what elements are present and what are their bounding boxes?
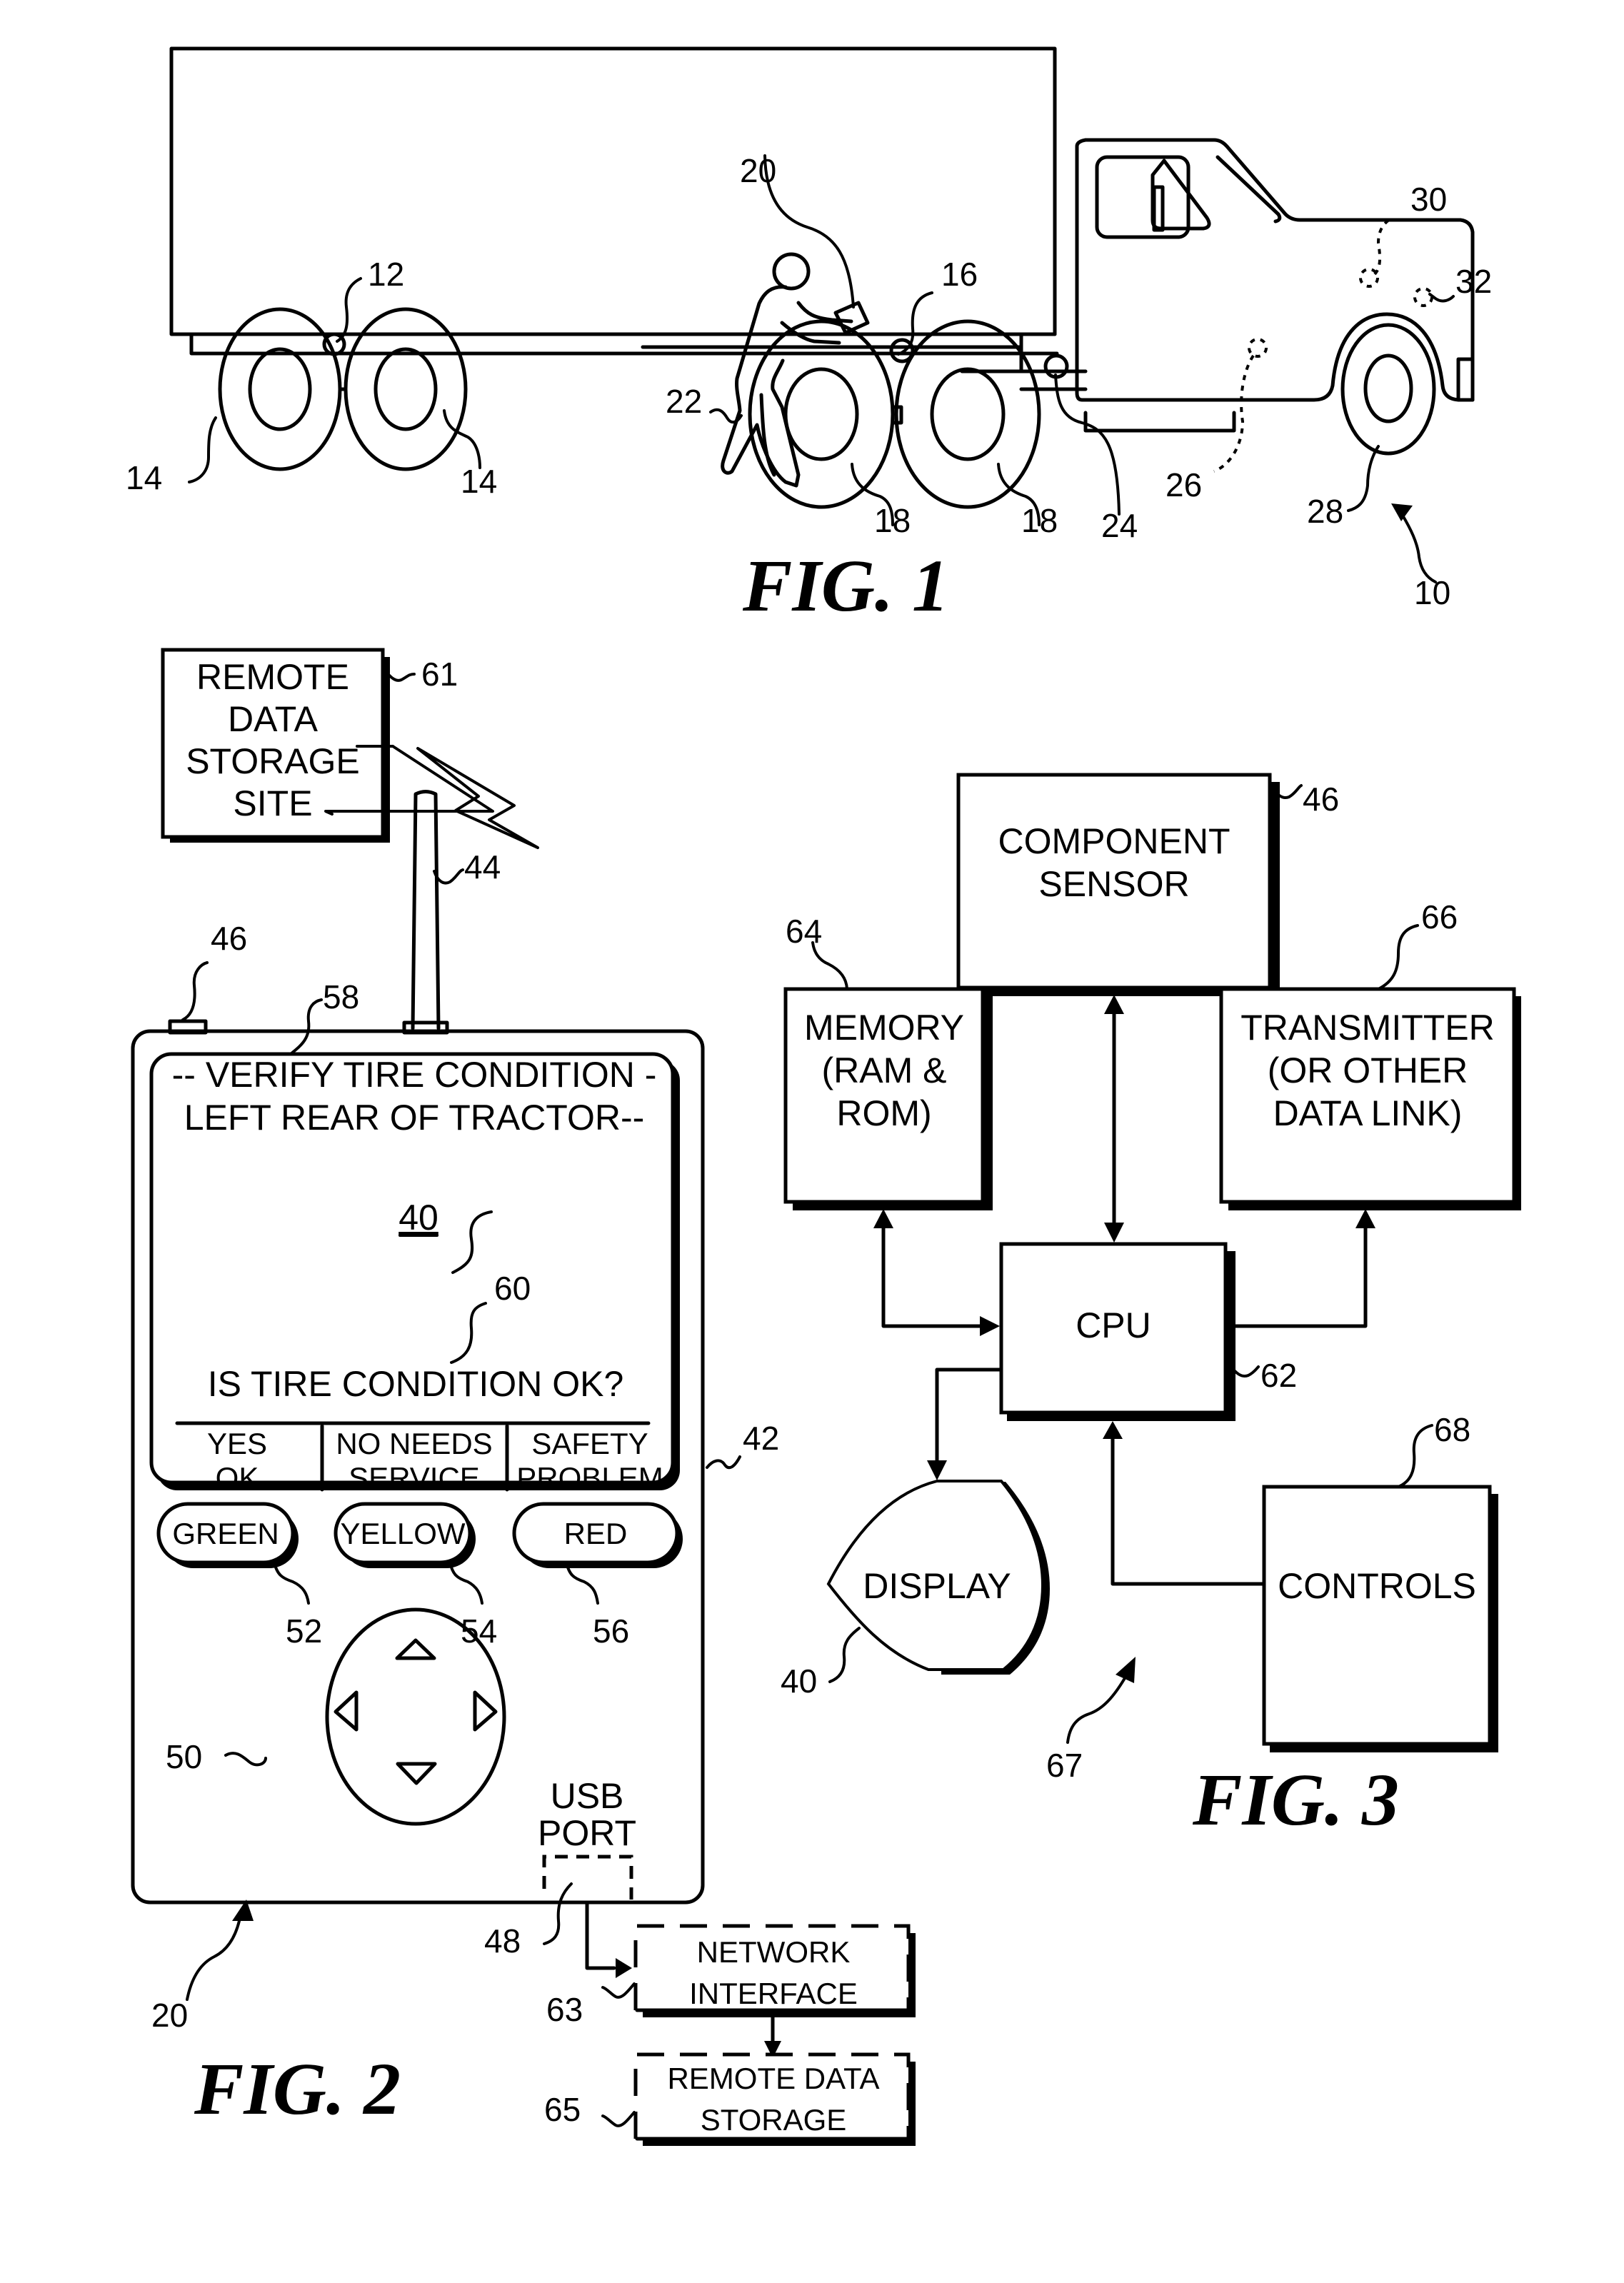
ref-56: 56 xyxy=(593,1612,629,1650)
display-ref-40: 40 xyxy=(399,1198,438,1238)
antenna xyxy=(411,790,441,1030)
dpad-up-icon[interactable] xyxy=(395,1638,436,1660)
remote-data-storage-line2: STORAGE xyxy=(701,2103,847,2137)
dpad-left-icon[interactable] xyxy=(334,1690,359,1732)
controls-box xyxy=(1262,1485,1492,1746)
ref-22: 22 xyxy=(666,383,702,420)
patent-sheet: 12 14 14 16 18 18 20 22 24 26 28 30 32 1… xyxy=(126,46,1521,2146)
transmitter-line2: (OR OTHER xyxy=(1268,1050,1468,1090)
ref-10: 10 xyxy=(1414,574,1450,611)
fig1: 12 14 14 16 18 18 20 22 24 26 28 30 32 1… xyxy=(126,46,1492,627)
operator-figure xyxy=(721,252,870,488)
fig2-caption: FIG. 2 xyxy=(194,2048,401,2130)
ref-46-fig2: 46 xyxy=(211,920,247,957)
ref-52: 52 xyxy=(286,1612,322,1650)
remote-site-line4: SITE xyxy=(233,783,312,823)
usb-port-line1: USB xyxy=(551,1776,624,1816)
ref-61: 61 xyxy=(421,656,458,693)
green-button[interactable]: GREEN xyxy=(156,1502,299,1568)
usb-port-line2: PORT xyxy=(538,1813,636,1853)
ref-63: 63 xyxy=(546,1991,583,2028)
ref-20: 20 xyxy=(740,152,776,189)
steer-wheel xyxy=(1340,323,1436,456)
memory-line3: ROM) xyxy=(836,1093,931,1133)
remote-data-storage-line1: REMOTE DATA xyxy=(667,2062,879,2095)
ref-32: 32 xyxy=(1455,263,1492,300)
ref-62: 62 xyxy=(1260,1357,1297,1394)
transmitter-line1: TRANSMITTER xyxy=(1240,1008,1495,1048)
svg-text:YES: YES xyxy=(207,1427,267,1460)
fig2: REMOTE DATA STORAGE SITE 61 44 46 58 -- … xyxy=(131,648,916,2146)
ref-12: 12 xyxy=(368,256,404,293)
svg-text:PROBLEM: PROBLEM xyxy=(516,1461,663,1495)
usb-port[interactable] xyxy=(542,1855,633,1900)
ref-60: 60 xyxy=(494,1270,531,1307)
ref-14-left: 14 xyxy=(126,459,162,496)
memory-line2: (RAM & xyxy=(822,1050,947,1090)
svg-text:GREEN: GREEN xyxy=(172,1517,279,1550)
drive-wheel-b xyxy=(894,319,1041,509)
component-sensor-line2: SENSOR xyxy=(1038,864,1189,904)
ref-30: 30 xyxy=(1410,181,1447,218)
trailer-body xyxy=(169,46,1057,336)
fig1-caption: FIG. 1 xyxy=(742,545,949,627)
remote-site-line2: DATA xyxy=(228,699,319,739)
ref-68: 68 xyxy=(1434,1411,1470,1448)
dpad-down-icon[interactable] xyxy=(396,1762,437,1785)
network-interface-line1: NETWORK xyxy=(697,1935,851,1969)
dpad-right-icon[interactable] xyxy=(473,1690,498,1732)
screen-question: IS TIRE CONDITION OK? xyxy=(208,1364,624,1404)
remote-site-line1: REMOTE xyxy=(196,657,349,697)
front-sensor xyxy=(1413,287,1433,307)
network-interface-line2: INTERFACE xyxy=(689,1977,858,2010)
steer-sensor xyxy=(1248,338,1268,358)
svg-text:YELLOW: YELLOW xyxy=(340,1517,465,1550)
display-label: DISPLAY xyxy=(863,1566,1011,1606)
ref-28: 28 xyxy=(1307,493,1343,530)
svg-text:SERVICE: SERVICE xyxy=(349,1461,480,1495)
ref-24: 24 xyxy=(1101,507,1138,544)
red-button[interactable]: RED xyxy=(512,1502,683,1568)
fig3-caption: FIG. 3 xyxy=(1192,1759,1399,1841)
ref-42: 42 xyxy=(743,1420,779,1457)
controls-label: CONTROLS xyxy=(1278,1566,1476,1606)
fig3: COMPONENT SENSOR 46 MEMORY (RAM & ROM) 6… xyxy=(781,773,1521,1841)
screen-option-safety-problem[interactable]: SAFETY PROBLEM xyxy=(516,1427,663,1495)
ref-48: 48 xyxy=(484,1922,521,1960)
remote-site-line3: STORAGE xyxy=(186,741,360,781)
ref-18-b: 18 xyxy=(1021,502,1058,539)
ref-26: 26 xyxy=(1166,466,1202,503)
directional-pad[interactable] xyxy=(325,1607,506,1826)
ref-64: 64 xyxy=(786,913,822,950)
svg-text:RED: RED xyxy=(564,1517,628,1550)
screen-option-no-needs-service[interactable]: NO NEEDS SERVICE xyxy=(336,1427,492,1495)
ref-46-fig3: 46 xyxy=(1303,781,1339,818)
ref-16: 16 xyxy=(941,256,978,293)
svg-text:NO NEEDS: NO NEEDS xyxy=(336,1427,492,1460)
ref-14-right: 14 xyxy=(461,463,497,500)
ref-20-fig2: 20 xyxy=(151,1997,188,2034)
yellow-button[interactable]: YELLOW xyxy=(334,1502,476,1568)
screen-header-line1: -- VERIFY TIRE CONDITION - xyxy=(172,1055,657,1095)
memory-line1: MEMORY xyxy=(804,1008,964,1048)
screen-header-line2: LEFT REAR OF TRACTOR-- xyxy=(184,1098,645,1138)
ref-67: 67 xyxy=(1046,1747,1083,1784)
component-sensor-line1: COMPONENT xyxy=(998,821,1230,861)
cpu-label: CPU xyxy=(1076,1305,1151,1345)
ref-40-fig3: 40 xyxy=(781,1662,817,1700)
transmitter-line3: DATA LINK) xyxy=(1273,1093,1463,1133)
ref-58: 58 xyxy=(323,978,359,1015)
svg-text:OK: OK xyxy=(216,1461,259,1495)
svg-text:SAFETY: SAFETY xyxy=(531,1427,648,1460)
ref-50: 50 xyxy=(166,1738,202,1775)
ref-65: 65 xyxy=(544,2091,581,2128)
drive-wheel-a xyxy=(748,319,895,509)
ref-18-a: 18 xyxy=(874,502,911,539)
screen-option-yes[interactable]: YES OK xyxy=(207,1427,267,1495)
ref-44: 44 xyxy=(464,848,501,885)
ref-66: 66 xyxy=(1421,898,1458,935)
